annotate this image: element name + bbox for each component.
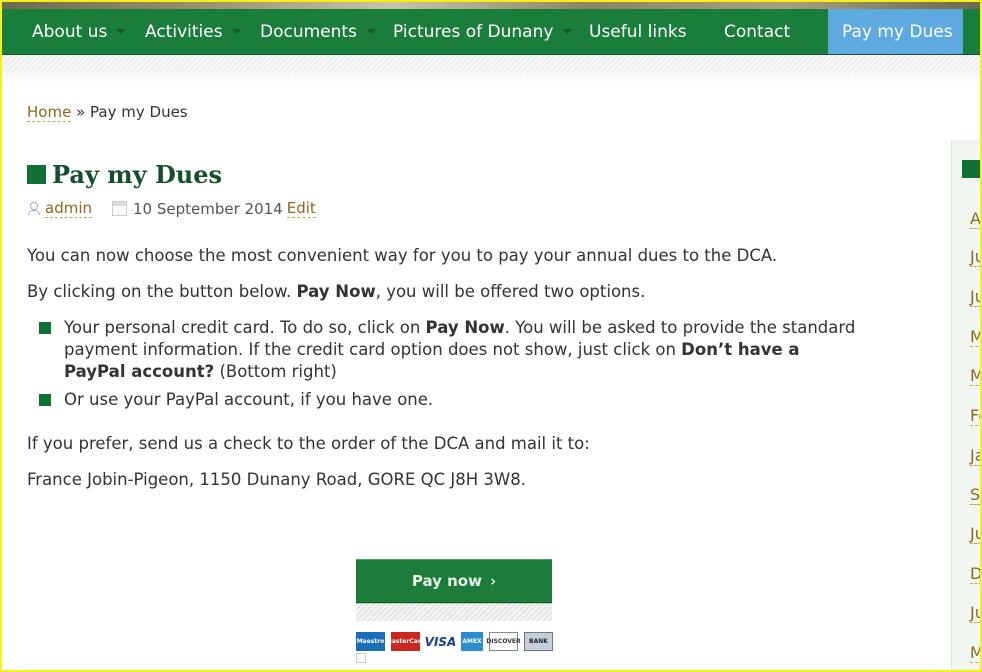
chevron-right-icon: › (489, 572, 497, 590)
sidebar-archive-link[interactable]: Fe (970, 406, 982, 426)
list-item: Or use your PayPal account, if you have … (39, 389, 857, 411)
pay-now-bold: Pay Now (425, 318, 505, 337)
sidebar-archive-link[interactable]: M (970, 327, 982, 347)
nav-item-label: About us (32, 21, 108, 42)
visa-card-icon: VISA (425, 632, 456, 651)
nav-item-about-us[interactable]: About us (0, 9, 145, 54)
sidebar-archive-link[interactable]: Ja (970, 446, 982, 466)
maestro-card-icon: Maestro (356, 632, 385, 651)
nav-shadow (0, 55, 982, 83)
author-link[interactable]: admin (45, 199, 92, 218)
nav-item-label: Contact (724, 21, 791, 42)
mailing-address: France Jobin-Pigeon, 1150 Dunany Road, G… (27, 470, 526, 489)
breadcrumb-current: Pay my Dues (90, 103, 188, 121)
chevron-down-icon (365, 29, 376, 34)
sidebar-archive-link[interactable]: Ju (970, 247, 982, 267)
sidebar-archive-link[interactable]: M (970, 643, 982, 663)
chevron-down-icon (231, 29, 242, 34)
discover-card-icon: DISCOVER (486, 632, 521, 651)
amex-card-icon: AMEX (461, 632, 483, 651)
nav-item-label: Useful links (589, 21, 687, 42)
nav-item-documents[interactable]: Documents (260, 9, 393, 54)
text: (Bottom right) (214, 362, 337, 381)
page-title-block: Pay my Dues (27, 160, 222, 189)
breadcrumb-separator: » (76, 103, 86, 121)
sidebar-archive-link[interactable]: M (970, 366, 982, 386)
sidebar-archive-link[interactable]: A (970, 209, 981, 229)
nav-item-label: Documents (260, 21, 357, 42)
nav-item-label: Pay my Dues (842, 21, 953, 42)
nav-item-contact[interactable]: Contact (724, 9, 828, 54)
intro-paragraph: You can now choose the most convenient w… (27, 246, 778, 265)
check-paragraph: If you prefer, send us a check to the or… (27, 434, 590, 453)
chevron-down-icon (116, 29, 127, 34)
options-paragraph: By clicking on the button below. Pay Now… (27, 281, 857, 303)
sidebar: A Ju Ju M M Fe Ja S Ju D Ju M (951, 140, 982, 672)
nav-item-label: Pictures of Dunany (393, 21, 554, 42)
text: Your personal credit card. To do so, cli… (64, 318, 426, 337)
text: Or use your PayPal account, if you have … (64, 390, 434, 409)
nav-item-label: Activities (145, 21, 223, 42)
sidebar-archive-link[interactable]: D (970, 564, 982, 584)
mastercard-card-icon: MasterCard (386, 632, 425, 651)
header-banner-strip (0, 0, 982, 9)
payment-options-list: Your personal credit card. To do so, cli… (27, 317, 857, 411)
main-navigation: About us Activities Documents Pictures o… (0, 9, 982, 55)
nav-item-pictures-of-dunany[interactable]: Pictures of Dunany (393, 9, 589, 54)
list-item: Your personal credit card. To do so, cli… (39, 317, 857, 383)
sidebar-archive-link[interactable]: Ju (970, 524, 982, 544)
chevron-down-icon (562, 29, 573, 34)
paypal-pay-now-button[interactable]: Pay now › (356, 559, 552, 602)
bank-card-icon: BANK (524, 632, 553, 651)
tracking-pixel-box (356, 653, 366, 663)
title-square-icon (27, 165, 46, 184)
sidebar-archive-link[interactable]: Ju (970, 287, 982, 307)
breadcrumb-home-link[interactable]: Home (27, 103, 72, 122)
nav-item-useful-links[interactable]: Useful links (589, 9, 724, 54)
edit-link[interactable]: Edit (286, 199, 316, 218)
text: By clicking on the button below. (27, 282, 297, 301)
widget-square-icon (962, 160, 982, 178)
bullet-square-icon (39, 394, 51, 406)
button-shadow (356, 603, 552, 621)
sidebar-archive-link[interactable]: Ju (970, 603, 982, 623)
text: , you will be offered two options. (375, 282, 646, 301)
nav-item-pay-my-dues[interactable]: Pay my Dues (828, 9, 963, 54)
calendar-icon (112, 201, 127, 216)
page-title: Pay my Dues (52, 160, 222, 189)
pay-now-bold: Pay Now (296, 282, 376, 301)
post-content: You can now choose the most convenient w… (27, 245, 857, 505)
user-icon (27, 202, 40, 215)
post-date: 10 September 2014 (133, 199, 283, 218)
nav-item-activities[interactable]: Activities (145, 9, 260, 54)
post-meta: admin 10 September 2014 Edit (27, 199, 316, 218)
pay-now-label: Pay now (411, 572, 482, 590)
bullet-square-icon (39, 322, 51, 334)
breadcrumb: Home » Pay my Dues (27, 103, 188, 122)
accepted-cards: Maestro MasterCard VISA AMEX DISCOVER BA… (356, 632, 553, 651)
sidebar-archive-link[interactable]: S (970, 485, 981, 505)
